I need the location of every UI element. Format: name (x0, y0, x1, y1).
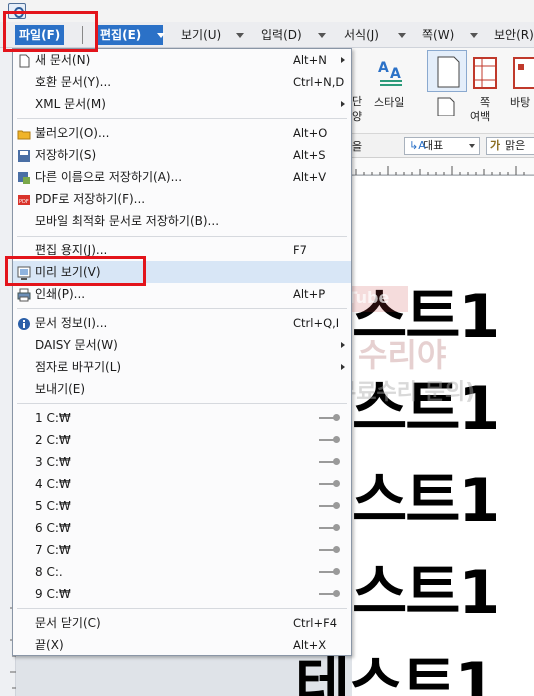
pin-icon[interactable] (319, 480, 340, 487)
font-select[interactable]: 가 맑은 (486, 137, 534, 155)
menu-item-braille[interactable]: 점자로 바꾸기(L) (13, 356, 351, 378)
pin-icon[interactable] (319, 590, 340, 597)
menu-separator (17, 236, 347, 237)
page-icon[interactable] (427, 50, 467, 92)
font-select-value: 맑은 (505, 139, 526, 152)
submenu-arrow-icon (341, 342, 345, 348)
svg-text:A: A (390, 66, 401, 82)
save-icon (17, 148, 31, 162)
menu-item-new-document[interactable]: 새 문서(N) Alt+N (13, 49, 351, 71)
style-label[interactable]: 스타일 (374, 94, 404, 110)
menu-item-daisy-document[interactable]: DAISY 문서(W) (13, 334, 351, 356)
printer-icon (17, 287, 31, 302)
ribbon-partial-label: 단 (352, 95, 363, 108)
format-partial-text: 을 (352, 140, 363, 153)
menu-item-save-as[interactable]: 다른 이름으로 저장하기(A)... Alt+V (13, 166, 351, 188)
menu-item-recent-file[interactable]: 4 C:₩ (13, 473, 351, 495)
menu-item-send[interactable]: 보내기(E) (13, 378, 351, 400)
style-select[interactable]: ↳A 대표 (404, 137, 480, 155)
menu-separator (17, 308, 347, 309)
menu-item-document-info[interactable]: 문서 정보(I)... Ctrl+Q,I (13, 312, 351, 334)
folder-icon (17, 126, 31, 140)
pin-icon[interactable] (319, 436, 340, 443)
ribbon-partial-label-2: 양 (352, 110, 363, 123)
svg-text:A: A (378, 60, 389, 76)
menu-item-recent-file[interactable]: 9 C:₩ (13, 583, 351, 605)
ribbon-toolbar: 단 양 A A 스타일 쪽 여백 바탕 (352, 48, 534, 134)
submenu-arrow-icon (341, 364, 345, 370)
page-margin-label-2[interactable]: 여백 (470, 108, 490, 124)
font-select-icon: 가 (490, 139, 501, 152)
annotation-highlight-preview (5, 256, 146, 286)
menu-separator (17, 403, 347, 404)
annotation-highlight-file-menu (3, 11, 98, 52)
file-menu-dropdown: 새 문서(N) Alt+N 호환 문서(Y)... Ctrl+N,D XML 문… (12, 48, 352, 656)
page-small-icon[interactable] (430, 96, 462, 117)
menu-item-recent-file[interactable]: 5 C:₩ (13, 495, 351, 517)
menu-item-recent-file[interactable]: 6 C:₩ (13, 517, 351, 539)
menu-item-save[interactable]: 저장하기(S) Alt+S (13, 144, 351, 166)
menu-edit[interactable]: 편집(E) (96, 25, 164, 45)
pin-icon[interactable] (319, 568, 340, 575)
menu-format-chevron-down-icon (398, 33, 406, 38)
document-text-line-3[interactable]: 스트1 (352, 452, 500, 539)
menu-format[interactable]: 서식(J) (344, 25, 379, 45)
menu-view[interactable]: 보기(U) (181, 25, 221, 45)
menu-item-recent-file[interactable]: 1 C:₩ (13, 407, 351, 429)
document-text-line-4[interactable]: 스트1 (352, 544, 500, 631)
menu-page[interactable]: 쪽(W) (422, 25, 454, 45)
menu-page-chevron-down-icon (470, 33, 478, 38)
menu-security[interactable]: 보안(R) (494, 25, 534, 45)
pin-icon[interactable] (319, 524, 340, 531)
pin-icon[interactable] (319, 414, 340, 421)
menu-item-recent-file[interactable]: 2 C:₩ (13, 429, 351, 451)
format-toolbar: 을 ↳A 대표 가 맑은 (352, 134, 534, 158)
page-margin-icon[interactable] (470, 56, 500, 90)
menu-insert-chevron-down-icon (318, 33, 326, 38)
pin-icon[interactable] (319, 502, 340, 509)
style-select-icon: ↳A (409, 139, 426, 152)
menu-item-recent-file[interactable]: 7 C:₩ (13, 539, 351, 561)
menu-insert[interactable]: 입력(D) (261, 25, 302, 45)
menu-item-save-pdf[interactable]: PDF PDF로 저장하기(F)... (13, 188, 351, 210)
info-icon (17, 316, 31, 330)
menu-separator (17, 608, 347, 609)
menu-item-xml-document[interactable]: XML 문서(M) (13, 93, 351, 115)
save-as-icon (17, 170, 31, 184)
menu-view-chevron-down-icon (236, 33, 244, 38)
submenu-arrow-icon (341, 101, 345, 107)
background-icon[interactable] (512, 56, 534, 90)
new-document-icon (17, 53, 31, 68)
menu-item-open[interactable]: 불러오기(O)... Alt+O (13, 122, 351, 144)
menu-item-print[interactable]: 인쇄(P)... Alt+P (13, 283, 351, 305)
pin-icon[interactable] (319, 458, 340, 465)
menu-edit-chevron-down-icon (157, 33, 165, 38)
chevron-down-icon (469, 144, 475, 148)
menu-item-exit[interactable]: 끝(X) Alt+X (13, 634, 351, 656)
pdf-icon: PDF (17, 192, 31, 206)
menu-item-compatible-document[interactable]: 호환 문서(Y)... Ctrl+N,D (13, 71, 351, 93)
style-select-value: 대표 (423, 139, 444, 152)
svg-text:PDF: PDF (19, 199, 29, 205)
menu-item-recent-file[interactable]: 3 C:₩ (13, 451, 351, 473)
background-label[interactable]: 바탕 (510, 94, 530, 110)
horizontal-ruler (352, 158, 534, 176)
document-text-line-1[interactable]: 스트1 (352, 268, 500, 355)
style-icon[interactable]: A A (376, 56, 408, 88)
menu-item-save-mobile[interactable]: 모바일 최적화 문서로 저장하기(B)... (13, 210, 351, 232)
menu-edit-label: 편집(E) (100, 28, 142, 42)
document-text-line-2[interactable]: 스트1 (352, 360, 500, 447)
submenu-arrow-icon (341, 57, 345, 63)
pin-icon[interactable] (319, 546, 340, 553)
menu-item-recent-file[interactable]: 8 C:. (13, 561, 351, 583)
menu-separator (17, 118, 347, 119)
menu-item-close-document[interactable]: 문서 닫기(C) Ctrl+F4 (13, 612, 351, 634)
